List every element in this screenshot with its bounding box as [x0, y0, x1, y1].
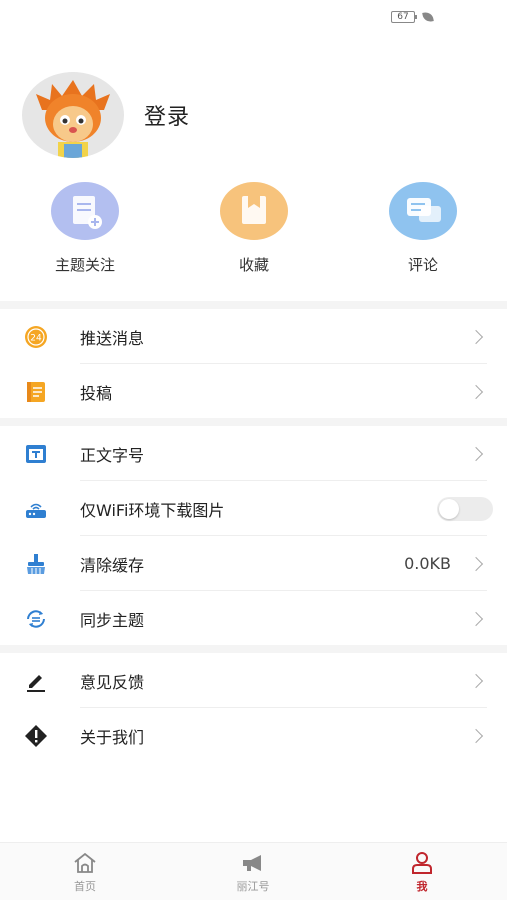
- menu-item-clear-cache[interactable]: 清除缓存 0.0KB: [0, 536, 507, 591]
- home-icon: [71, 851, 99, 875]
- menu-item-label: 推送消息: [80, 328, 145, 348]
- toggle-knob: [439, 498, 459, 519]
- chevron-right-icon: [468, 673, 484, 688]
- router-icon: [24, 497, 48, 521]
- tab-home[interactable]: 首页: [25, 851, 145, 894]
- person-icon: [408, 851, 436, 875]
- svg-text:24: 24: [30, 333, 42, 343]
- menu-item-label: 关于我们: [80, 727, 145, 747]
- chevron-right-icon: [468, 611, 484, 626]
- broom-icon: [24, 552, 48, 576]
- chevron-right-icon: [468, 556, 484, 571]
- quick-action-subscribe[interactable]: 主题关注: [30, 182, 140, 275]
- menu-item-sync-topics[interactable]: 同步主题: [0, 591, 507, 646]
- chevron-right-icon: [468, 446, 484, 461]
- section-divider: [0, 418, 507, 426]
- font-size-icon: [24, 442, 48, 466]
- bookmark-icon: [220, 182, 288, 240]
- bottom-tab-bar: 首页 丽江号 我: [0, 842, 507, 900]
- menu-item-label: 同步主题: [80, 610, 145, 630]
- menu-item-font-size[interactable]: 正文字号: [0, 426, 507, 481]
- megaphone-icon: [239, 851, 267, 875]
- warning-diamond-icon: [24, 724, 48, 748]
- push-24-icon: 24: [24, 325, 48, 349]
- comment-icon: [389, 182, 457, 240]
- profile-header[interactable]: 登录: [22, 72, 190, 158]
- wifi-only-toggle[interactable]: [437, 496, 493, 521]
- menu-item-push[interactable]: 24 推送消息: [0, 309, 507, 364]
- chevron-right-icon: [468, 329, 484, 344]
- login-link[interactable]: 登录: [144, 99, 190, 131]
- sync-icon: [24, 607, 48, 631]
- quick-action-favorites[interactable]: 收藏: [199, 182, 309, 275]
- tab-label: 我: [416, 880, 428, 893]
- section-divider: [0, 301, 507, 309]
- chevron-right-icon: [468, 384, 484, 399]
- menu-item-wifi-only[interactable]: 仅WiFi环境下载图片: [0, 481, 507, 536]
- quick-action-label: 收藏: [238, 256, 269, 274]
- menu-item-contribute[interactable]: 投稿: [0, 364, 507, 419]
- pen-icon: [24, 669, 48, 693]
- quick-actions: 主题关注 收藏 评论: [0, 182, 507, 282]
- tab-lijiang[interactable]: 丽江号: [193, 851, 313, 894]
- menu-item-label: 意见反馈: [80, 672, 145, 692]
- tab-label: 首页: [74, 880, 96, 893]
- chevron-right-icon: [468, 728, 484, 743]
- menu-item-label: 投稿: [80, 383, 113, 403]
- quick-action-label: 主题关注: [54, 256, 115, 274]
- menu-item-about[interactable]: 关于我们: [0, 708, 507, 763]
- section-divider: [0, 645, 507, 653]
- quick-action-comments[interactable]: 评论: [368, 182, 478, 275]
- subscribe-topic-icon: [51, 182, 119, 240]
- quick-action-label: 评论: [407, 256, 438, 274]
- contribute-icon: [24, 380, 48, 404]
- tab-label: 丽江号: [236, 880, 270, 893]
- tab-me[interactable]: 我: [362, 851, 482, 894]
- menu-item-feedback[interactable]: 意见反馈: [0, 653, 507, 708]
- battery-icon: 67: [391, 11, 417, 23]
- leaf-icon: [422, 11, 434, 23]
- avatar[interactable]: [22, 72, 124, 158]
- status-bar: 67: [0, 0, 507, 34]
- cache-size-value: 0.0KB: [404, 554, 451, 573]
- menu-item-label: 仅WiFi环境下载图片: [80, 500, 225, 520]
- menu-item-label: 清除缓存: [80, 555, 145, 575]
- menu-item-label: 正文字号: [80, 445, 145, 465]
